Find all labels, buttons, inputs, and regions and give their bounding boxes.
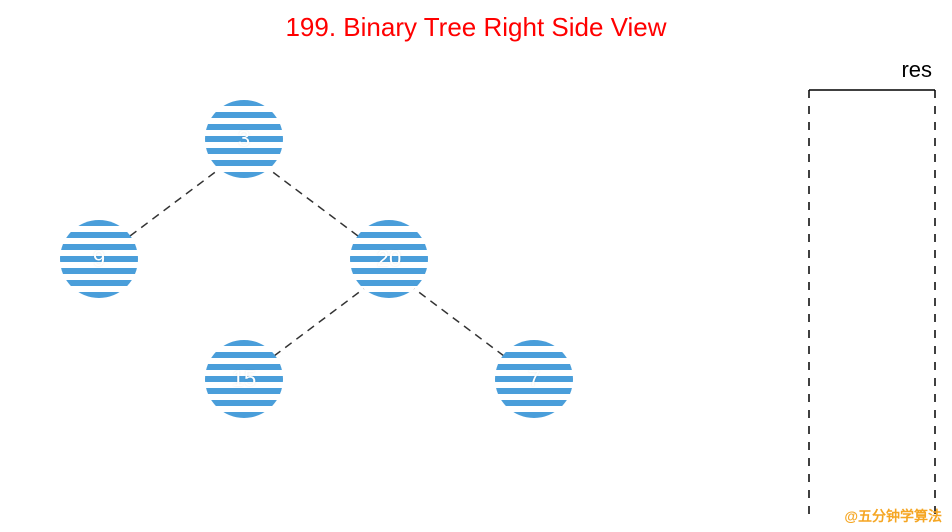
watermark: @五分钟学算法 <box>844 506 942 526</box>
node-value: 15 <box>232 366 256 392</box>
tree-node-rl: 15 <box>205 340 283 418</box>
tree-node-root: 3 <box>205 100 283 178</box>
node-value: 20 <box>377 246 401 272</box>
node-value: 3 <box>238 126 250 152</box>
node-value: 7 <box>528 366 540 392</box>
tree-node-rr: 7 <box>495 340 573 418</box>
tree-node-right: 20 <box>350 220 428 298</box>
res-label: res <box>901 57 932 83</box>
node-value: 9 <box>93 246 105 272</box>
tree-node-left: 9 <box>60 220 138 298</box>
res-container <box>807 88 937 518</box>
res-box-svg <box>807 88 937 518</box>
